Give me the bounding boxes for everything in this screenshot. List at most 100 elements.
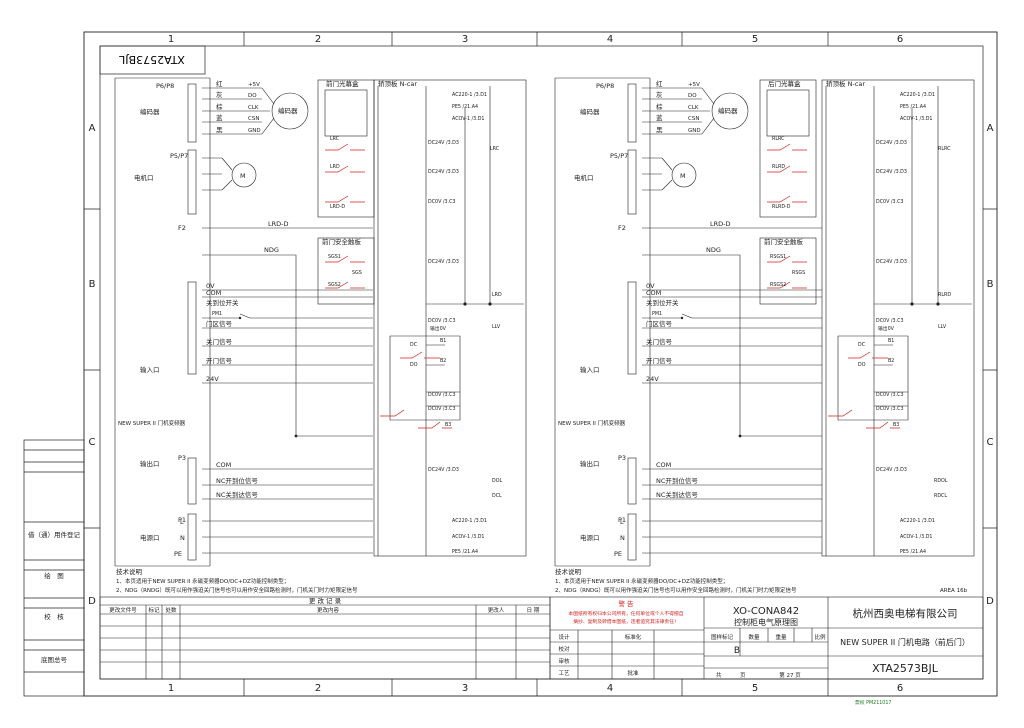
col-label-3: 3 — [462, 34, 468, 45]
total-sheets-label: 共 — [716, 671, 722, 679]
front-encoder-pin-1-signal: +5V — [248, 82, 260, 88]
front-encoder-port-code: P6/P8 — [156, 82, 174, 90]
front-motor-symbol: M — [240, 172, 246, 180]
front-encoder-pin-5-color: 黑 — [216, 126, 223, 134]
area-tag: AREA 16b — [940, 588, 968, 594]
front-sgs1: SGS1 — [328, 254, 341, 260]
warning-title: 警 告 — [618, 599, 634, 608]
col-label-bottom-3: 3 — [462, 683, 468, 694]
rear-encoder-device: 编码器 — [718, 106, 738, 115]
col-label-1: 1 — [168, 34, 174, 45]
rear-ref-pe: PE5 /21.A4 — [900, 104, 926, 110]
front-power-pe: PE — [174, 550, 182, 558]
front-sgs: SGS — [352, 270, 362, 276]
front-relay-b3: B3 — [445, 422, 451, 428]
rear-relay-b2: B2 — [888, 358, 894, 364]
front-ref-acov-b: ACOV-1 /3.D1 — [452, 534, 484, 540]
front-ref-acov: ACOV-1 /3.D1 — [452, 116, 484, 122]
rear-encoder-pin-1-color: 红 — [656, 79, 663, 88]
rotated-drawing-code: XTA2573BJL — [118, 53, 185, 66]
schematic-sheet: 1 2 3 4 5 6 1 2 3 4 5 6 A B C D A B C D … — [0, 0, 1024, 724]
warning-text-2: 摘抄、复制及转借本图纸，违者追究其法律责任！ — [573, 618, 679, 625]
front-dc: DC — [410, 342, 418, 348]
rear-out-lrd: RLRD — [938, 292, 951, 298]
front-door-circuit: P6/P8 编码器 红 灰 棕 蓝 黑 +5V DO CLK CSN GND 编… — [114, 77, 527, 567]
front-dcl: DCL — [492, 493, 502, 499]
mark-quantity: 数量 — [748, 633, 760, 641]
rear-power-pe: PE — [614, 550, 622, 558]
revision-stamp: 票权 PM211017 — [855, 699, 891, 706]
front-ref-0v-b: DC0V /3.C3 — [428, 318, 456, 324]
rear-lrd-d: RLRD-D — [772, 204, 791, 210]
rear-ref-acov-b: ACOV-1 /3.D1 — [900, 534, 932, 540]
rear-out-llv: LLV — [938, 324, 947, 330]
rear-encoder-pin-5-color: 黑 — [656, 126, 663, 134]
rear-encoder-port-code: P6/P8 — [596, 82, 614, 90]
rear-ndg-wire: NDG — [706, 246, 721, 254]
rear-com: COM — [646, 289, 661, 297]
front-input-close: 关门信号 — [206, 337, 233, 346]
front-encoder-pin-5-signal: GND — [248, 128, 261, 134]
rear-encoder-port-label: 编码器 — [580, 107, 600, 116]
col-label-bottom-5: 5 — [752, 683, 758, 694]
register-label-borrow: 借（通）用件登记 — [28, 530, 81, 539]
front-encoder-pin-1-color: 红 — [216, 79, 223, 88]
front-lrc: LRC — [330, 136, 340, 142]
rear-panel-title: 轿顶板 N-car — [826, 79, 865, 88]
rear-f2-label: F2 — [618, 224, 626, 232]
rear-drive-label: NEW SUPER II 门机变频器 — [558, 419, 626, 427]
role-standard: 标准化 — [625, 633, 642, 641]
change-record-title: 更 改 记 录 — [309, 596, 342, 605]
rear-input-zone: 门区信号 — [646, 319, 673, 328]
change-header-mark: 标记 — [148, 606, 160, 614]
doc-code: XO-CONA842 — [733, 606, 799, 617]
drawing-number: XTA2573BJL — [872, 662, 939, 675]
front-input-port: 输入口 — [140, 365, 160, 374]
role-process: 工艺 — [558, 670, 570, 677]
rear-safety-title: 前门安全触板 — [764, 237, 804, 246]
rear-motor-symbol: M — [680, 172, 686, 180]
rear-notes-line-1: 1、本页适用于NEW SUPER II 永磁变频器DO/DC+DZ功能控制类型； — [555, 577, 728, 585]
rear-out-0v: 输出0V — [878, 325, 895, 332]
rear-sgs1: RSGS1 — [770, 254, 786, 260]
mark-pattern: 图样标记 — [711, 633, 734, 641]
rear-ref-pe-b: PE5 /21.A4 — [900, 549, 926, 555]
change-header-file: 更改文件号 — [109, 606, 137, 614]
front-output-open-done: NC开到位信号 — [216, 476, 258, 485]
front-ref-0v: DC0V /3.C3 — [428, 199, 456, 205]
front-out-lrd: LRD — [492, 292, 502, 298]
rear-dcl: RDCL — [934, 493, 947, 499]
rear-output-port: 输出口 — [580, 459, 600, 468]
rear-power-port: 电源口 — [580, 533, 600, 542]
rear-relay-b3: B3 — [893, 422, 899, 428]
change-header-count: 处数 — [165, 606, 177, 614]
front-output-com: COM — [216, 461, 231, 469]
role-review: 审核 — [558, 657, 570, 665]
front-motor-port-code: P5/P7 — [170, 152, 188, 160]
col-label-4: 4 — [607, 34, 613, 45]
row-label-d: D — [88, 596, 96, 607]
rear-ref-0v-d: DC0V /3.C3 — [876, 406, 904, 412]
front-encoder-port-label: 编码器 — [140, 107, 160, 116]
front-lrd-wire: LRD-D — [268, 220, 289, 228]
rear-out-lrc: RLRC — [938, 146, 951, 152]
role-design: 设计 — [558, 633, 570, 641]
rear-encoder-pin-1-signal: +5V — [688, 82, 700, 88]
mark-weight: 重量 — [775, 633, 787, 641]
rear-ref-acov: ACOV-1 /3.D1 — [900, 116, 932, 122]
row-label-b-right: B — [987, 279, 994, 290]
front-power-n: N — [180, 534, 185, 542]
front-ref-24v-b: DC24V /3.D3 — [428, 169, 459, 175]
front-relay-b2: B2 — [440, 358, 446, 364]
schematic-canvas: 1 2 3 4 5 6 1 2 3 4 5 6 A B C D A B C D … — [23, 31, 998, 706]
front-power-port: 电源口 — [140, 533, 160, 542]
rear-input-24v: 24V — [646, 375, 659, 383]
rear-encoder-pin-4-signal: CSN — [688, 116, 699, 122]
rear-output-close-done: NC关到达信号 — [656, 490, 698, 499]
front-encoder-pin-3-signal: CLK — [248, 105, 259, 111]
change-header-person: 更改人 — [488, 606, 505, 614]
change-header-date: 日 期 — [527, 607, 540, 614]
rear-p3: P3 — [618, 454, 626, 462]
rear-notes-line-2: 2、NDG（RNDG）既可以用作强迫关门信号也可以用作安全回路检测时，门机关门时… — [555, 586, 797, 594]
front-encoder-pin-2-signal: DO — [248, 93, 257, 99]
